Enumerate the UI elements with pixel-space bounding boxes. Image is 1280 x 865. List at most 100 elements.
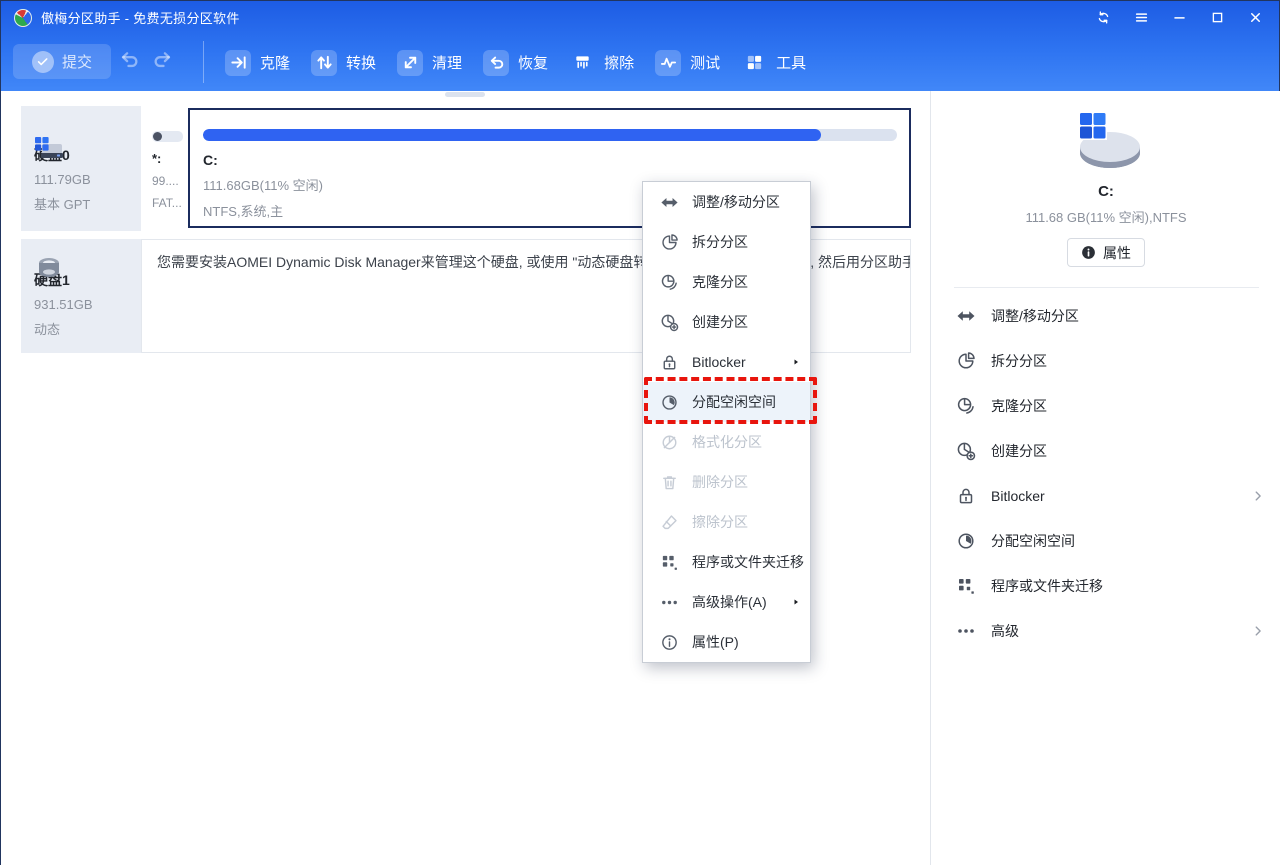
app-migration-icon bbox=[660, 553, 679, 572]
clone-icon bbox=[225, 50, 251, 76]
chevron-right-icon bbox=[1251, 489, 1265, 503]
minimize-icon[interactable] bbox=[1171, 10, 1187, 26]
menu-item-create[interactable]: 创建分区 bbox=[643, 302, 810, 342]
info-icon bbox=[660, 633, 679, 652]
sidebar-item-split[interactable]: 拆分分区 bbox=[931, 338, 1280, 383]
c-usage-fill bbox=[203, 129, 821, 141]
disk1-info[interactable]: 硬盘1 931.51GB 动态 bbox=[21, 239, 141, 353]
create-partition-icon bbox=[956, 441, 976, 461]
create-partition-icon bbox=[660, 313, 679, 332]
redo-icon[interactable] bbox=[152, 48, 175, 71]
recover-icon bbox=[483, 50, 509, 76]
small-partition-label: *: bbox=[152, 151, 187, 166]
partition-pie-icon bbox=[1066, 111, 1146, 173]
split-partition-icon bbox=[956, 351, 976, 371]
menu-item-resize-move[interactable]: 调整/移动分区 bbox=[643, 182, 810, 222]
menu-item-bitlocker[interactable]: Bitlocker bbox=[643, 342, 810, 382]
partition-system-reserved[interactable]: *: 99.... FAT... bbox=[147, 108, 187, 228]
usage-dot bbox=[153, 132, 162, 141]
resize-move-icon bbox=[660, 193, 679, 212]
trash-icon bbox=[660, 473, 679, 492]
panel-drag-handle[interactable] bbox=[445, 92, 485, 97]
titlebar[interactable]: 傲梅分区助手 - 免费无损分区软件 bbox=[1, 1, 1279, 34]
menu-item-properties[interactable]: 属性(P) bbox=[643, 622, 810, 662]
main-area: 硬盘0 111.79GB 基本 GPT *: 99.... FAT... C: … bbox=[1, 91, 930, 865]
properties-button[interactable]: 属性 bbox=[1067, 238, 1145, 267]
c-partition-label: C: bbox=[203, 152, 897, 168]
sidebar-item-clone[interactable]: 克隆分区 bbox=[931, 383, 1280, 428]
toolbar-erase-button[interactable]: 擦除 bbox=[569, 50, 634, 76]
undo-icon[interactable] bbox=[117, 48, 140, 71]
menu-item-format: 格式化分区 bbox=[643, 422, 810, 462]
toolbar-clean-button[interactable]: 清理 bbox=[397, 50, 462, 76]
sidebar-item-resize-move[interactable]: 调整/移动分区 bbox=[931, 293, 1280, 338]
small-partition-fs: FAT... bbox=[152, 196, 187, 210]
toolbar-test-button[interactable]: 测试 bbox=[655, 50, 720, 76]
clock-icon bbox=[660, 393, 679, 412]
toolbar-recover-button[interactable]: 恢复 bbox=[483, 50, 548, 76]
sidebar-partition-desc: 111.68 GB(11% 空闲),NTFS bbox=[1025, 207, 1186, 226]
context-menu: 调整/移动分区 拆分分区 克隆分区 创建分区 Bitlocker 分配空 bbox=[642, 181, 811, 663]
refresh-icon[interactable] bbox=[1095, 10, 1111, 26]
submenu-arrow-icon bbox=[791, 357, 801, 367]
disk1-size: 931.51GB bbox=[34, 297, 131, 312]
disk0-info[interactable]: 硬盘0 111.79GB 基本 GPT bbox=[21, 106, 141, 231]
format-partition-icon bbox=[660, 433, 679, 452]
lock-icon bbox=[956, 486, 976, 506]
clock-icon bbox=[956, 531, 976, 551]
app-logo-icon bbox=[14, 9, 32, 27]
test-icon bbox=[655, 50, 681, 76]
eraser-icon bbox=[660, 513, 679, 532]
menu-icon[interactable] bbox=[1133, 10, 1149, 26]
menu-item-clone[interactable]: 克隆分区 bbox=[643, 262, 810, 302]
toolbar: 提交 克隆 转换 清理 bbox=[1, 34, 1279, 91]
toolbar-clone-button[interactable]: 克隆 bbox=[225, 50, 290, 76]
toolbar-tools-button[interactable]: 工具 bbox=[741, 50, 806, 76]
toolbar-convert-button[interactable]: 转换 bbox=[311, 50, 376, 76]
app-migration-icon bbox=[956, 576, 976, 596]
disk1-type: 动态 bbox=[34, 319, 131, 338]
submenu-arrow-icon bbox=[791, 597, 801, 607]
check-circle-icon bbox=[32, 51, 54, 73]
sidebar-item-bitlocker[interactable]: Bitlocker bbox=[931, 473, 1280, 518]
sidebar: C: 111.68 GB(11% 空闲),NTFS 属性 调整/移动分区 拆分分… bbox=[930, 91, 1280, 865]
menu-item-advanced[interactable]: 高级操作(A) bbox=[643, 582, 810, 622]
lock-icon bbox=[660, 353, 679, 372]
shred-icon bbox=[569, 50, 595, 76]
app-window: 傲梅分区助手 - 免费无损分区软件 提交 克隆 bbox=[0, 0, 1280, 865]
disk0-type: 基本 GPT bbox=[34, 194, 131, 213]
small-partition-size: 99.... bbox=[152, 174, 187, 188]
clone-partition-icon bbox=[956, 396, 976, 416]
window-title: 傲梅分区助手 - 免费无损分区软件 bbox=[41, 8, 240, 27]
close-icon[interactable] bbox=[1247, 10, 1263, 26]
small-partition-usage-bar bbox=[152, 131, 183, 142]
submit-button[interactable]: 提交 bbox=[13, 44, 111, 79]
sidebar-item-create[interactable]: 创建分区 bbox=[931, 428, 1280, 473]
sidebar-item-app-migration[interactable]: 程序或文件夹迁移 bbox=[931, 563, 1280, 608]
resize-move-icon bbox=[956, 306, 976, 326]
info-solid-icon bbox=[1081, 245, 1096, 260]
convert-icon bbox=[311, 50, 337, 76]
split-partition-icon bbox=[660, 233, 679, 252]
menu-item-delete: 删除分区 bbox=[643, 462, 810, 502]
menu-item-wipe: 擦除分区 bbox=[643, 502, 810, 542]
toolbar-separator bbox=[203, 41, 204, 83]
menu-item-app-migration[interactable]: 程序或文件夹迁移 bbox=[643, 542, 810, 582]
chevron-right-icon bbox=[1251, 624, 1265, 638]
header: 傲梅分区助手 - 免费无损分区软件 提交 克隆 bbox=[1, 1, 1279, 91]
clone-partition-icon bbox=[660, 273, 679, 292]
ellipsis-icon bbox=[956, 621, 976, 641]
tools-icon bbox=[741, 50, 767, 76]
menu-item-allocate-free-space[interactable]: 分配空闲空间 bbox=[643, 382, 810, 422]
disk0-size: 111.79GB bbox=[34, 172, 131, 187]
sidebar-item-advanced[interactable]: 高级 bbox=[931, 608, 1280, 653]
c-usage-bar bbox=[203, 129, 897, 141]
sidebar-item-allocate-free-space[interactable]: 分配空闲空间 bbox=[931, 518, 1280, 563]
maximize-icon[interactable] bbox=[1209, 10, 1225, 26]
clean-icon bbox=[397, 50, 423, 76]
menu-item-split[interactable]: 拆分分区 bbox=[643, 222, 810, 262]
sidebar-partition-label: C: bbox=[1098, 183, 1114, 200]
ellipsis-icon bbox=[660, 593, 679, 612]
sidebar-divider bbox=[954, 287, 1259, 288]
basic-disk-icon bbox=[34, 136, 64, 162]
